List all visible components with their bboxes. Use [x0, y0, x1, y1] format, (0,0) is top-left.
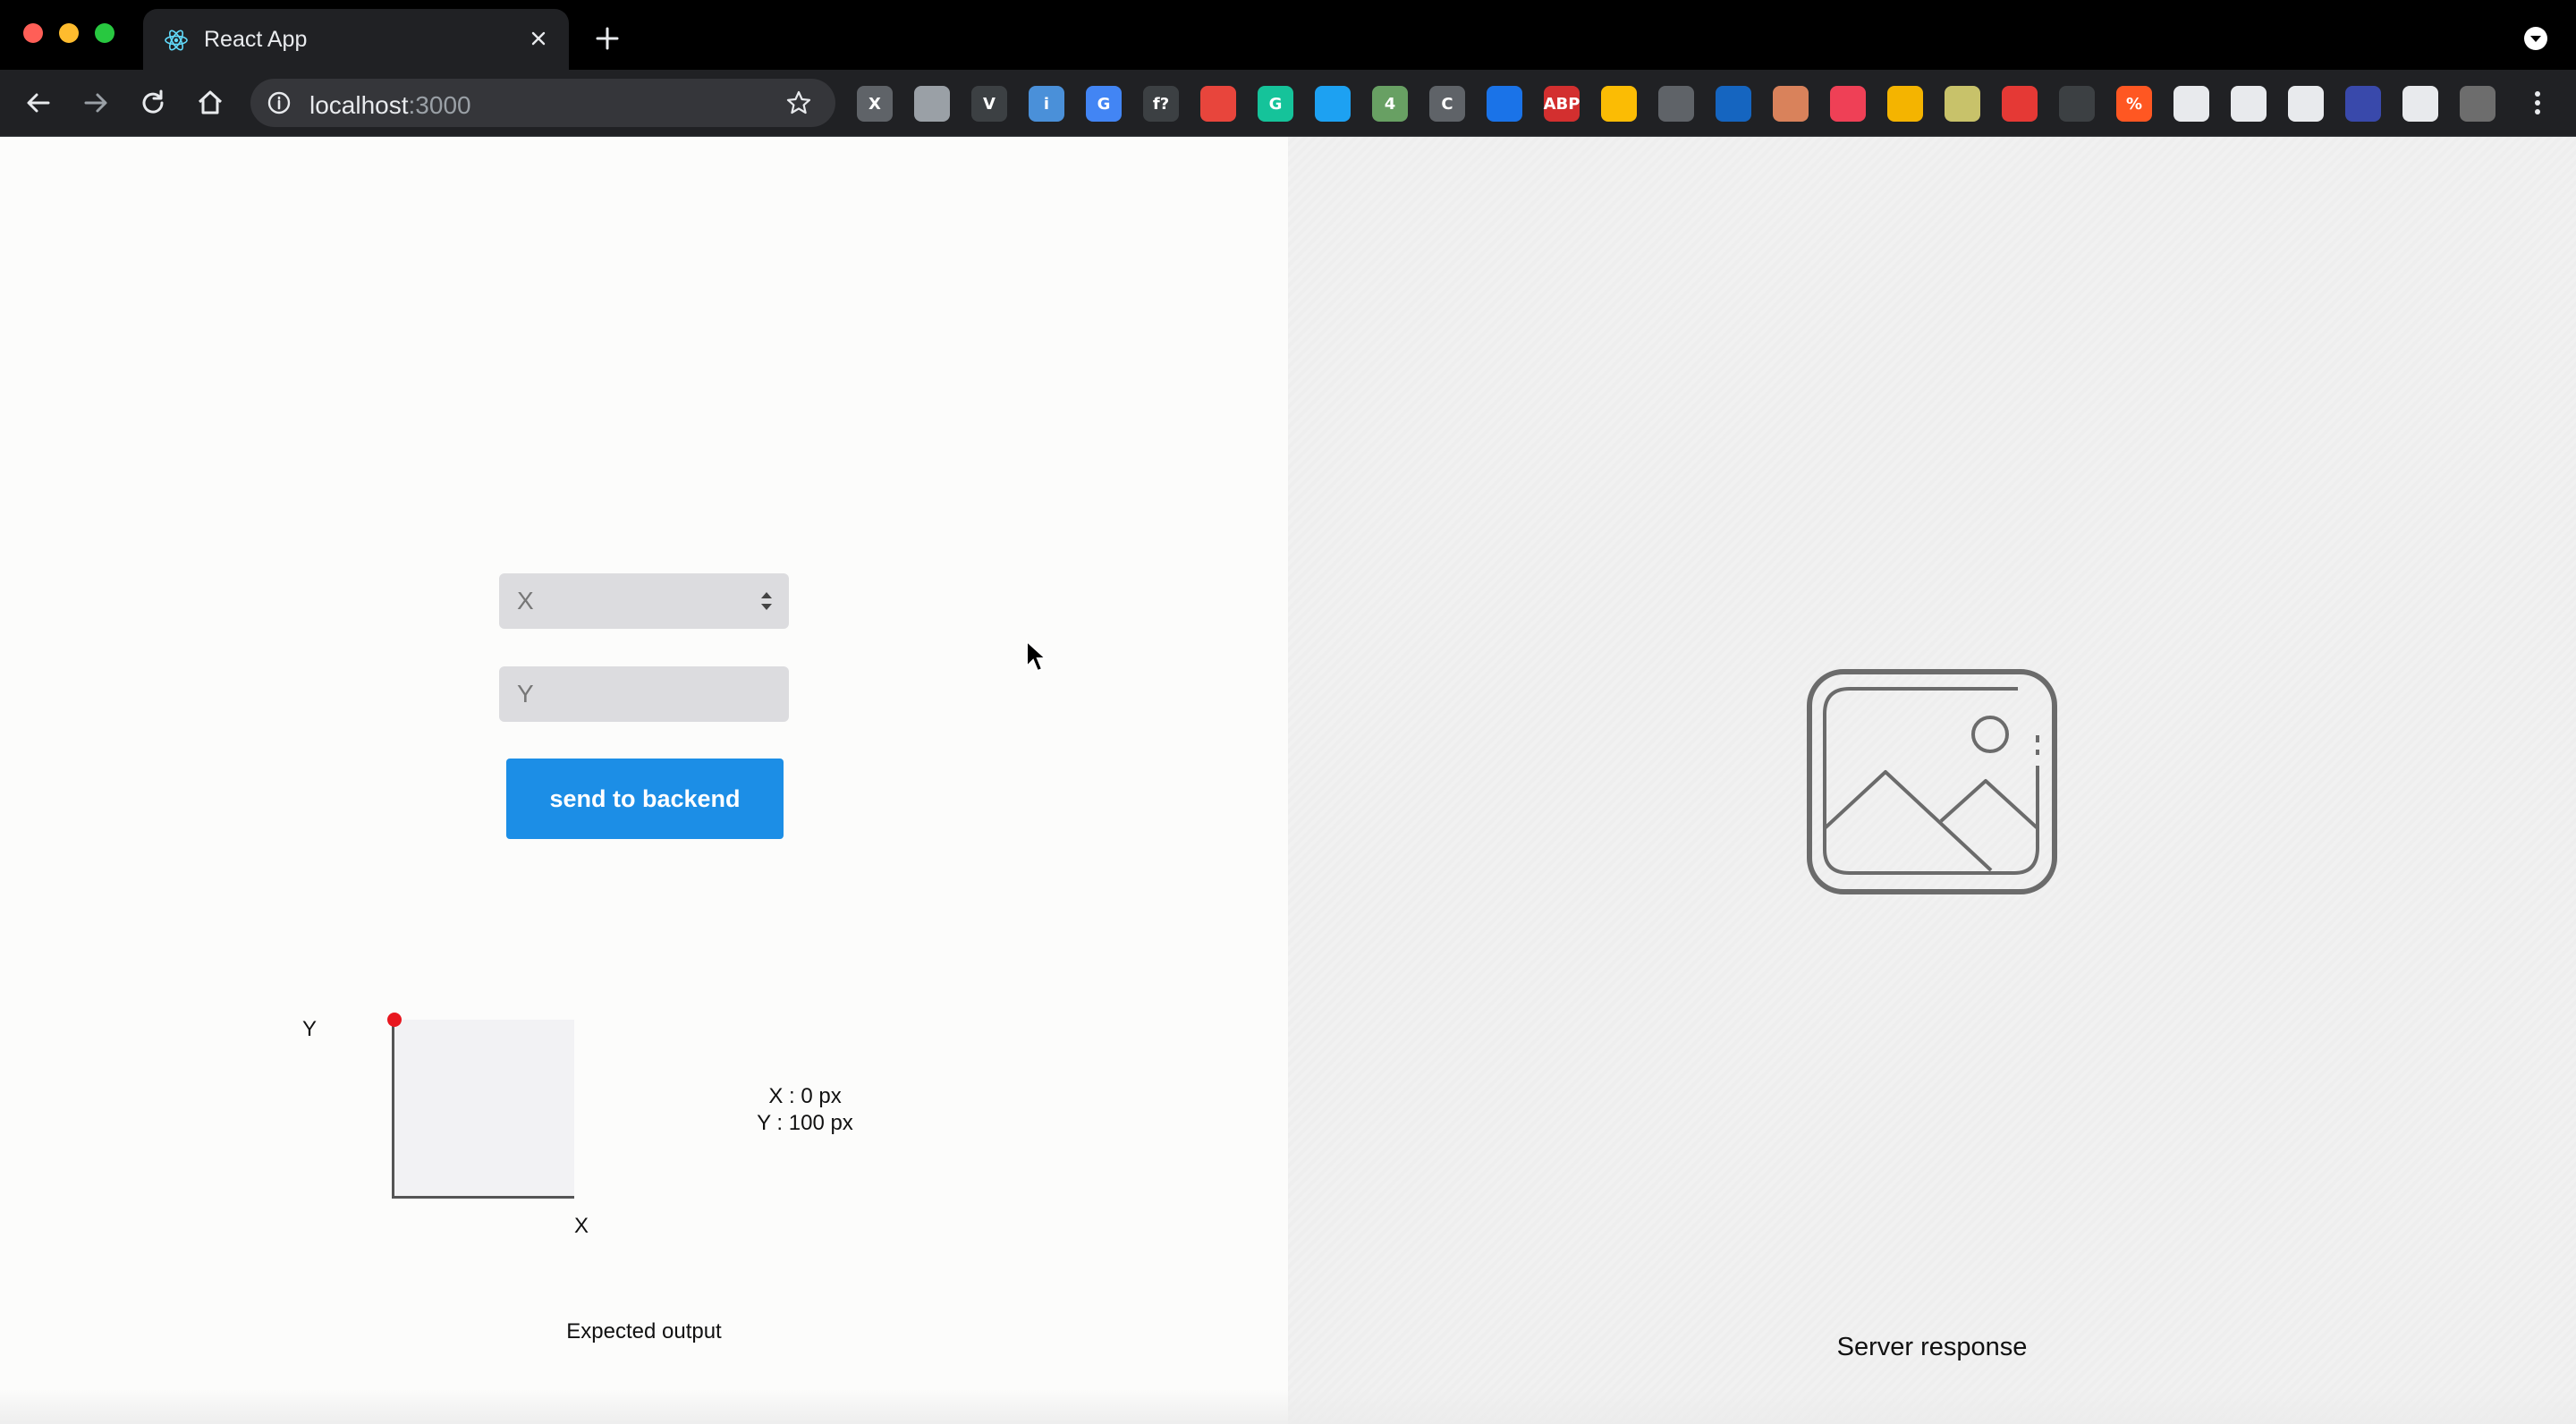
window-close-button[interactable]: [23, 23, 43, 43]
x-input[interactable]: [499, 573, 789, 629]
browser-tabstrip: React App: [0, 0, 2576, 70]
tab-search-icon[interactable]: [2522, 25, 2549, 52]
mouse-cursor-icon: [1026, 640, 1048, 673]
bookmark-extension-icon[interactable]: [2345, 86, 2381, 122]
reload-icon[interactable]: [136, 86, 170, 120]
profile-avatar-icon[interactable]: [2460, 86, 2496, 122]
nodejs-extension-icon[interactable]: 4: [1372, 86, 1408, 122]
translate-extension-icon[interactable]: G: [1086, 86, 1122, 122]
y-readout: Y : 100 px: [757, 1111, 853, 1135]
image-placeholder-icon: [1807, 669, 2057, 894]
grammarly-extension-icon[interactable]: G: [1258, 86, 1293, 122]
server-response-panel: Server response: [1288, 137, 2576, 1424]
pocket-extension-icon[interactable]: [1830, 86, 1866, 122]
tab-title: React App: [204, 27, 308, 52]
css-extension-icon[interactable]: C: [1429, 86, 1465, 122]
window-bottom-shadow: [0, 1389, 2576, 1424]
expected-output-plot: [387, 1013, 574, 1199]
bookmark-star-icon[interactable]: [785, 89, 812, 116]
camera-extension-icon[interactable]: [914, 86, 950, 122]
cookie-extension-icon[interactable]: [1773, 86, 1809, 122]
url-port: :3000: [408, 91, 471, 119]
window-minimize-button[interactable]: [59, 23, 79, 43]
target-extension-icon[interactable]: [1658, 86, 1694, 122]
percent-extension-icon[interactable]: %: [2116, 86, 2152, 122]
notes-extension-icon[interactable]: [1945, 86, 1980, 122]
browser-toolbar: localhost:3000 X Vi Gf? G 4 C ABP%: [0, 70, 2576, 137]
x-readout: X : 0 px: [768, 1084, 842, 1108]
red-paw-extension-icon[interactable]: [1200, 86, 1236, 122]
share-extension-icon[interactable]: [1315, 86, 1351, 122]
globe-extension-icon[interactable]: [2174, 86, 2209, 122]
coordinate-readout: X : 0 px Y : 100 px: [733, 1083, 877, 1137]
y-axis-label: Y: [302, 1017, 318, 1041]
keep-extension-icon[interactable]: [1601, 86, 1637, 122]
forward-arrow-icon[interactable]: [79, 86, 113, 120]
play-extension-icon[interactable]: [1716, 86, 1751, 122]
screenshot-extension-icon[interactable]: [2002, 86, 2038, 122]
browser-menu-icon[interactable]: [2522, 88, 2553, 118]
window-zoom-button[interactable]: [95, 23, 114, 43]
home-icon[interactable]: [193, 86, 227, 120]
bird-extension-icon[interactable]: [2059, 86, 2095, 122]
extensions-toolbar: X Vi Gf? G 4 C ABP%: [857, 86, 2496, 122]
reader-extension-icon[interactable]: [2231, 86, 2267, 122]
vimium-extension-icon[interactable]: V: [971, 86, 1007, 122]
formula-extension-icon[interactable]: f?: [1143, 86, 1179, 122]
info-extension-icon[interactable]: i: [1029, 86, 1064, 122]
url-host: localhost: [309, 91, 409, 119]
adblock-extension-icon[interactable]: ABP: [1544, 86, 1580, 122]
server-response-caption: Server response: [1836, 1333, 2028, 1361]
tab-close-icon[interactable]: [526, 26, 551, 51]
send-to-backend-button[interactable]: send to backend: [506, 759, 784, 839]
x-extension-icon[interactable]: X: [857, 86, 893, 122]
y-input[interactable]: [499, 666, 789, 722]
browser-tab-active[interactable]: React App: [143, 9, 569, 70]
back-arrow-icon[interactable]: [21, 86, 55, 120]
expected-output-caption: Expected output: [566, 1319, 722, 1343]
new-tab-icon[interactable]: [594, 25, 621, 52]
apps-extension-icon[interactable]: [1887, 86, 1923, 122]
puzzle-extensions-icon[interactable]: [2402, 86, 2438, 122]
page-viewport: send to backend Y X X : 0 px Y : 100 px …: [0, 137, 2576, 1424]
input-panel: send to backend Y X X : 0 px Y : 100 px …: [0, 137, 1288, 1424]
number-spinner-icon[interactable]: [757, 589, 776, 614]
coordinate-point: [387, 1013, 402, 1027]
tag-extension-icon[interactable]: [2288, 86, 2324, 122]
x-axis-label: X: [574, 1214, 589, 1238]
react-logo-icon: [165, 30, 188, 51]
address-bar[interactable]: localhost:3000: [250, 79, 835, 127]
site-info-icon[interactable]: [267, 90, 292, 115]
image-extension-icon[interactable]: [1487, 86, 1522, 122]
url-text: localhost:3000: [309, 91, 471, 120]
